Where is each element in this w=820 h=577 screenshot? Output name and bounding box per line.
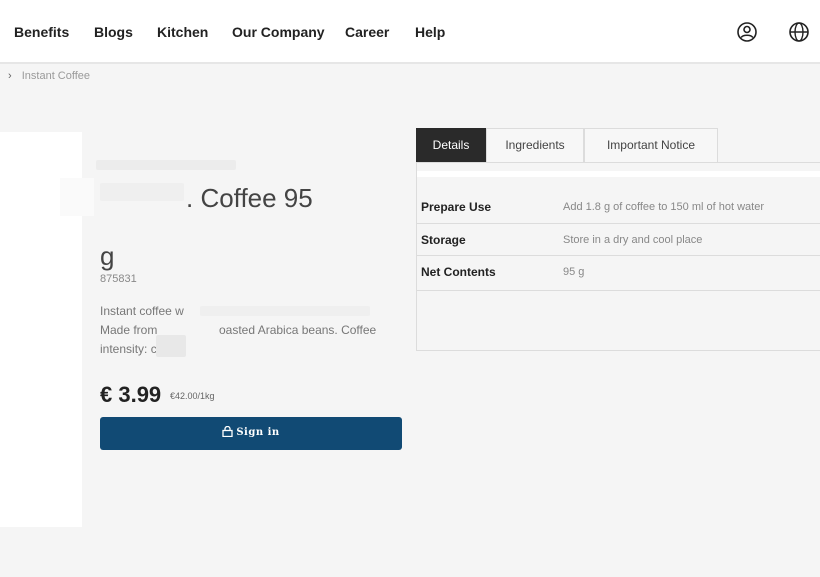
nav-link-help[interactable]: Help [415,24,445,40]
detail-label-storage: Storage [421,233,466,247]
breadcrumb-current[interactable]: Instant Coffee [22,70,90,82]
detail-label-net-contents: Net Contents [421,265,496,279]
nav-link-career[interactable]: Career [345,24,389,40]
redacted-title-start [100,183,184,201]
product-tabs: Details Ingredients Important Notice [416,128,820,162]
details-panel: Prepare Use Add 1.8 g of coffee to 150 m… [416,162,820,351]
redacted-description-1 [200,306,370,316]
table-divider [417,255,820,256]
tab-important-notice[interactable]: Important Notice [584,128,718,162]
top-navigation: Benefits Blogs Kitchen Our Company Caree… [0,0,820,64]
product-title: . Coffee 95 [186,183,313,213]
nav-link-our-company[interactable]: Our Company [232,24,325,40]
nav-link-blogs[interactable]: Blogs [94,24,133,40]
redacted-brand-line [96,160,236,170]
chevron-right-icon: › [8,70,12,82]
nav-link-kitchen[interactable]: Kitchen [157,24,208,40]
table-divider [417,290,820,291]
description-line-3: intensity: c [100,342,157,356]
detail-value-net-contents: 95 g [563,266,585,278]
tab-ingredients[interactable]: Ingredients [486,128,584,162]
detail-value-prepare-use: Add 1.8 g of coffee to 150 ml of hot wat… [563,201,764,213]
table-divider [417,223,820,224]
globe-icon[interactable] [788,21,810,43]
sign-in-label: Sign in [236,427,280,438]
description-line-2a: Made from [100,323,158,337]
lock-icon [222,425,233,438]
product-price: € 3.99 [100,382,162,407]
unit-price: €42.00/1kg [170,391,215,401]
user-circle-icon[interactable] [736,21,758,43]
description-line-1: Instant coffee w [100,304,184,318]
sign-in-button[interactable]: Sign in [100,417,402,450]
description-line-2b: oasted Arabica beans. Coffee [219,323,377,337]
breadcrumb: › Instant Coffee [8,70,90,82]
tab-details[interactable]: Details [416,128,486,162]
redacted-description-3 [156,335,186,357]
detail-label-prepare-use: Prepare Use [421,200,492,214]
image-area-edge [60,178,94,216]
panel-top-strip [417,171,820,177]
product-title-continued: g [100,241,115,271]
product-sku: 875831 [100,273,137,285]
nav-link-benefits[interactable]: Benefits [14,24,69,40]
detail-value-storage: Store in a dry and cool place [563,234,703,246]
